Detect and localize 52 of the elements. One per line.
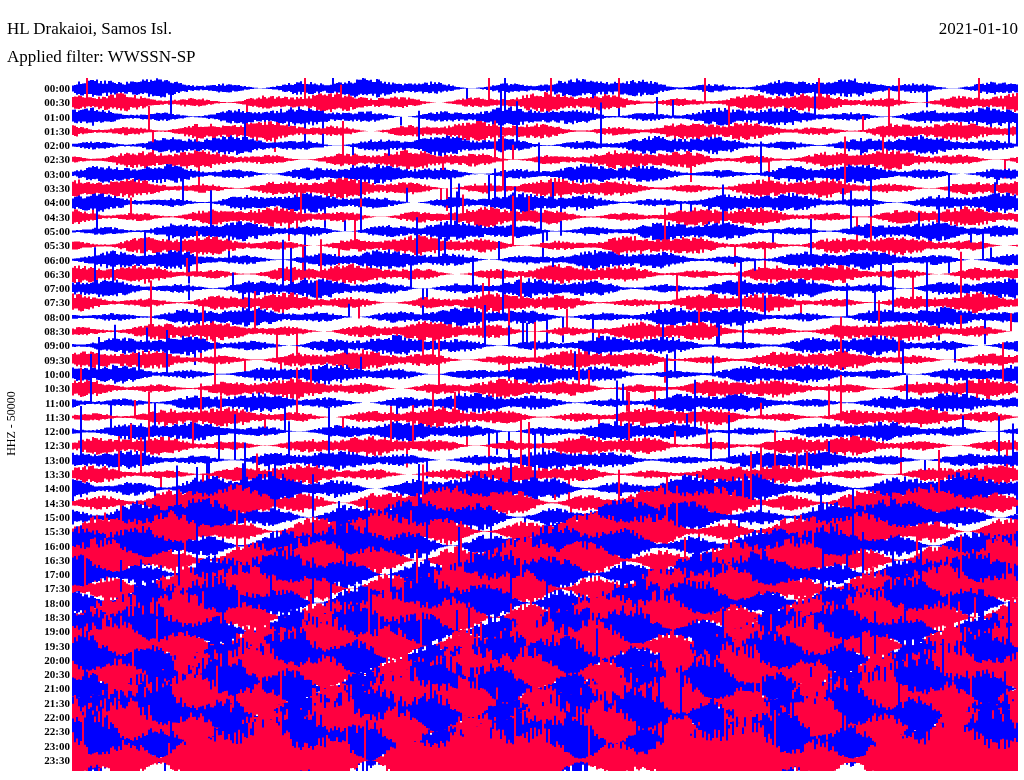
time-label: 08:30 (44, 324, 70, 339)
time-label: 19:30 (44, 638, 70, 653)
time-label: 21:30 (44, 695, 70, 711)
time-label: 00:30 (44, 95, 70, 110)
time-label: 09:00 (44, 338, 70, 353)
time-label: 04:00 (44, 195, 70, 210)
time-label: 02:00 (44, 138, 70, 153)
date-label: 2021-01-10 (938, 18, 1018, 40)
filter-label: Applied filter: WWSSN-SP (7, 46, 196, 68)
time-label: 02:30 (44, 152, 70, 167)
time-label: 20:30 (44, 667, 70, 682)
time-label: 13:30 (44, 467, 70, 482)
time-label: 22:30 (44, 724, 70, 739)
time-label: 23:00 (44, 738, 70, 753)
time-label: 05:00 (44, 223, 70, 239)
time-label: 11:30 (44, 409, 70, 425)
time-label: 16:00 (44, 538, 70, 553)
time-label: 13:00 (44, 452, 70, 467)
time-label: 17:30 (44, 581, 70, 596)
time-label: 10:00 (44, 366, 70, 382)
time-label: 19:00 (44, 624, 70, 639)
axis-label: HHZ - 50000 (3, 390, 19, 456)
time-label: 06:30 (44, 266, 70, 282)
time-label: 08:00 (44, 309, 70, 325)
time-label: 14:00 (44, 481, 70, 496)
time-label: 07:00 (44, 281, 70, 296)
time-label: 03:30 (44, 181, 70, 196)
time-label: 09:30 (44, 352, 70, 367)
time-label: 21:00 (44, 681, 70, 696)
time-label: 06:00 (44, 252, 70, 267)
time-label: 03:00 (44, 166, 70, 182)
time-label: 12:30 (44, 438, 70, 453)
time-label: 23:30 (44, 752, 70, 768)
time-label: 18:30 (44, 610, 70, 625)
time-label: 12:00 (44, 424, 70, 439)
time-label: 20:00 (44, 652, 70, 668)
time-label: 10:30 (44, 381, 70, 396)
time-label: 00:00 (44, 81, 70, 96)
time-label: 04:30 (44, 209, 70, 224)
time-label: 16:30 (44, 552, 70, 568)
time-label: 18:00 (44, 595, 70, 610)
time-label: 15:00 (44, 509, 70, 525)
time-label: 07:30 (44, 295, 70, 310)
time-label: 17:00 (44, 567, 70, 582)
time-label: 01:30 (44, 123, 70, 139)
station-title: HL Drakaioi, Samos Isl. (7, 18, 174, 40)
time-label: 05:30 (44, 238, 70, 253)
time-label: 15:30 (44, 524, 70, 539)
time-label: 01:00 (44, 109, 70, 124)
time-label: 22:00 (44, 710, 70, 725)
time-label: 14:30 (44, 495, 70, 510)
time-label: 11:00 (44, 395, 70, 410)
